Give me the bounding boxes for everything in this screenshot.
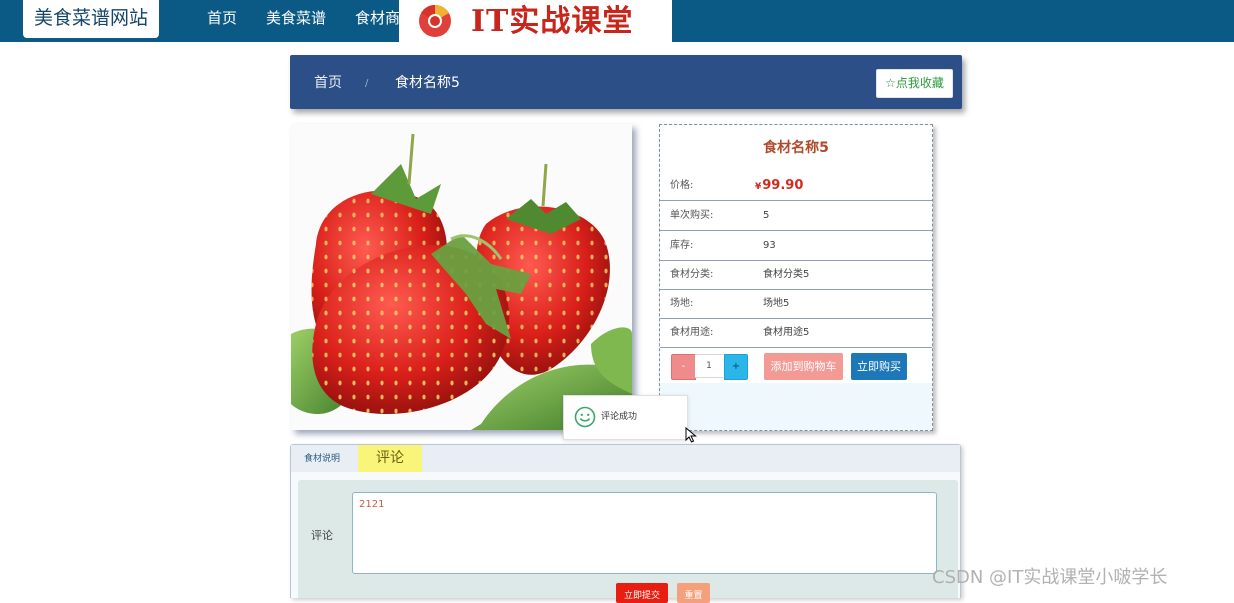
quantity-decrement-button[interactable]: - bbox=[671, 354, 696, 380]
info-row-usage: 食材用途: 食材用途5 bbox=[660, 318, 932, 348]
chrome-logo-icon bbox=[419, 4, 451, 37]
currency-symbol: ¥ bbox=[755, 182, 762, 192]
comment-textarea[interactable]: 2121 bbox=[352, 492, 937, 574]
info-row-price: 价格: ¥99.90 bbox=[660, 171, 932, 201]
watermark: CSDN @IT实战课堂小啵学长 bbox=[932, 567, 1168, 588]
tab-comment[interactable]: 评论 bbox=[358, 445, 422, 472]
info-label: 库存: bbox=[670, 240, 694, 251]
product-info-panel: 食材名称5 价格: ¥99.90 单次购买: 5 库存: 93 食材分类: 食材… bbox=[659, 124, 933, 431]
info-row-per-purchase: 单次购买: 5 bbox=[660, 201, 932, 231]
nav-link-home[interactable]: 首页 bbox=[207, 0, 237, 42]
product-image bbox=[291, 124, 632, 430]
product-title: 食材名称5 bbox=[763, 140, 829, 156]
info-value: 食材分类5 bbox=[763, 269, 810, 280]
breadcrumb-home[interactable]: 首页 bbox=[314, 55, 342, 111]
add-to-cart-button[interactable]: 添加到购物车 bbox=[764, 353, 843, 380]
logo-banner: IT实战课堂 bbox=[399, 0, 672, 42]
submit-button[interactable]: 立即提交 bbox=[616, 583, 668, 603]
info-value: 场地5 bbox=[763, 298, 790, 309]
comment-label: 评论 bbox=[311, 529, 333, 542]
info-row-origin: 场地: 场地5 bbox=[660, 289, 932, 319]
info-table: 食材名称5 价格: ¥99.90 单次购买: 5 库存: 93 食材分类: 食材… bbox=[660, 125, 932, 383]
breadcrumb-current: 食材名称5 bbox=[395, 75, 460, 91]
info-row-category: 食材分类: 食材分类5 bbox=[660, 260, 932, 290]
tab-header: 食材说明 评论 bbox=[291, 445, 960, 472]
price-amount: 99.90 bbox=[762, 178, 804, 193]
info-value: 5 bbox=[763, 210, 770, 221]
price-value: ¥99.90 bbox=[755, 171, 803, 202]
info-label: 食材用途: bbox=[670, 327, 714, 338]
quantity-input[interactable]: 1 bbox=[695, 354, 723, 378]
success-toast: 评论成功 bbox=[563, 395, 688, 440]
info-value: 93 bbox=[763, 240, 776, 251]
info-value: 食材用途5 bbox=[763, 327, 810, 338]
toast-message: 评论成功 bbox=[601, 412, 638, 422]
tab-ingredient-description[interactable]: 食材说明 bbox=[304, 445, 340, 474]
info-row-stock: 库存: 93 bbox=[660, 231, 932, 261]
favorite-button[interactable]: ☆点我收藏 bbox=[876, 69, 953, 98]
breadcrumb-separator: / bbox=[365, 78, 369, 89]
quantity-increment-button[interactable]: + bbox=[724, 354, 748, 380]
strawberry-photo bbox=[291, 124, 632, 430]
nav-link-ingredients[interactable]: 食材商 bbox=[355, 0, 400, 42]
info-label: 场地: bbox=[670, 298, 694, 309]
breadcrumb: 首页 / 食材名称5 ☆点我收藏 bbox=[290, 55, 962, 109]
comment-form: 评论 2121 立即提交 重置 bbox=[298, 480, 958, 603]
buy-now-button[interactable]: 立即购买 bbox=[851, 353, 907, 380]
info-label: 食材分类: bbox=[670, 269, 714, 280]
reset-button[interactable]: 重置 bbox=[677, 583, 710, 603]
site-brand[interactable]: 美食菜谱网站 bbox=[23, 0, 159, 38]
top-navbar: 美食菜谱网站 首页 美食菜谱 食材商 IT实战课堂 bbox=[0, 0, 1234, 42]
detail-tabs: 食材说明 评论 评论 2121 立即提交 重置 bbox=[290, 444, 961, 603]
smile-icon bbox=[574, 406, 596, 428]
price-label: 价格: bbox=[670, 180, 694, 191]
nav-link-recipes[interactable]: 美食菜谱 bbox=[266, 0, 326, 42]
logo-text: IT实战课堂 bbox=[471, 4, 634, 39]
mouse-cursor-icon bbox=[685, 427, 697, 443]
info-label: 单次购买: bbox=[670, 210, 714, 221]
